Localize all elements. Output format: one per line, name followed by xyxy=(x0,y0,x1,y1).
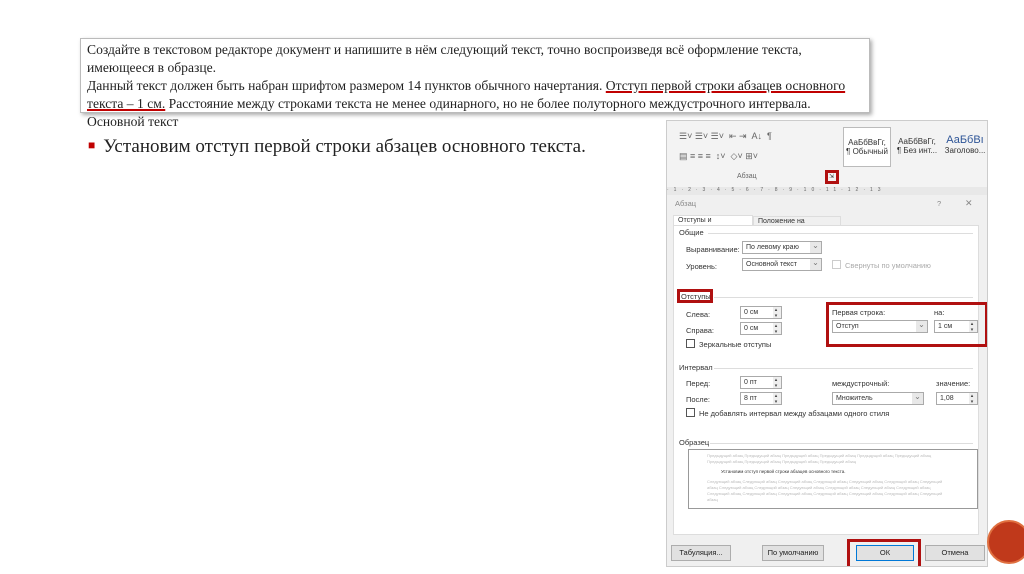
task-line-1: Создайте в текстовом редакторе документ … xyxy=(87,42,802,75)
first-line-select[interactable]: Отступ xyxy=(832,320,928,333)
style-heading[interactable]: АаБбВı Заголово... xyxy=(941,127,987,167)
dialog-title: Абзац xyxy=(675,199,697,208)
space-after-input[interactable]: 8 пт xyxy=(740,392,782,405)
collapsed-checkbox[interactable] xyxy=(832,260,841,269)
task-text-box: Создайте в текстовом редакторе документ … xyxy=(80,38,870,129)
bullet-point: ■ Установим отступ первой строки абзацев … xyxy=(88,136,586,158)
mirror-checkbox[interactable] xyxy=(686,339,695,348)
paragraph-dialog: Абзац ? ✕ Отступы и интервалы Положение … xyxy=(667,195,987,566)
logo-emblem xyxy=(987,520,1024,564)
bullet-icon: ■ xyxy=(88,138,96,152)
style-normal[interactable]: АаБбВвГг, ¶ Обычный xyxy=(843,127,891,167)
group-label: Абзац xyxy=(737,173,757,180)
line-spacing-select[interactable]: Множитель xyxy=(832,392,924,405)
sample-preview: Предыдущий абзац Предыдущий абзац Предыд… xyxy=(688,449,978,509)
align-icons[interactable]: ▤ ≡ ≡ ≡ ↕˅ ◇˅ ⊞˅ xyxy=(679,151,758,162)
dialog-launcher-highlight[interactable]: ⇲ xyxy=(825,170,839,184)
bullet-text: Установим отступ первой строки абзацев о… xyxy=(103,136,586,157)
alignment-select[interactable]: По левому краю xyxy=(742,241,822,254)
cancel-button[interactable]: Отмена xyxy=(925,545,985,561)
word-screenshot: ☰˅ ☰˅ ☰˅ ⇤ ⇥ A↓ ¶ ▤ ≡ ≡ ≡ ↕˅ ◇˅ ⊞˅ Абзац… xyxy=(666,120,988,567)
ok-button[interactable]: ОК xyxy=(856,545,914,561)
right-indent-input[interactable]: 0 см xyxy=(740,322,782,335)
line-spacing-value[interactable]: 1,08 xyxy=(936,392,978,405)
tab-panel: Общие Выравнивание: По левому краю Урове… xyxy=(673,225,987,535)
no-space-checkbox[interactable] xyxy=(686,408,695,417)
list-icons[interactable]: ☰˅ ☰˅ ☰˅ ⇤ ⇥ A↓ ¶ xyxy=(679,131,772,142)
task-line-2a: Данный текст должен быть набран шрифтом … xyxy=(87,78,603,93)
space-before-input[interactable]: 0 пт xyxy=(740,376,782,389)
style-nospacing[interactable]: АаБбВвГг, ¶ Без инт... xyxy=(893,127,941,167)
ribbon: ☰˅ ☰˅ ☰˅ ⇤ ⇥ A↓ ¶ ▤ ≡ ≡ ≡ ↕˅ ◇˅ ⊞˅ Абзац… xyxy=(667,121,987,189)
help-button[interactable]: ? xyxy=(937,199,941,208)
close-button[interactable]: ✕ xyxy=(965,198,973,209)
launcher-icon: ⇲ xyxy=(829,174,835,180)
ruler[interactable]: ·1·2·3·4·5·6·7·8·9·10·11·12·13 xyxy=(667,187,987,195)
default-button[interactable]: По умолчанию xyxy=(762,545,824,561)
left-indent-input[interactable]: 0 см xyxy=(740,306,782,319)
level-select[interactable]: Основной текст xyxy=(742,258,822,271)
first-line-by-input[interactable]: 1 см xyxy=(934,320,978,333)
tabs-button[interactable]: Табуляция... xyxy=(671,545,731,561)
